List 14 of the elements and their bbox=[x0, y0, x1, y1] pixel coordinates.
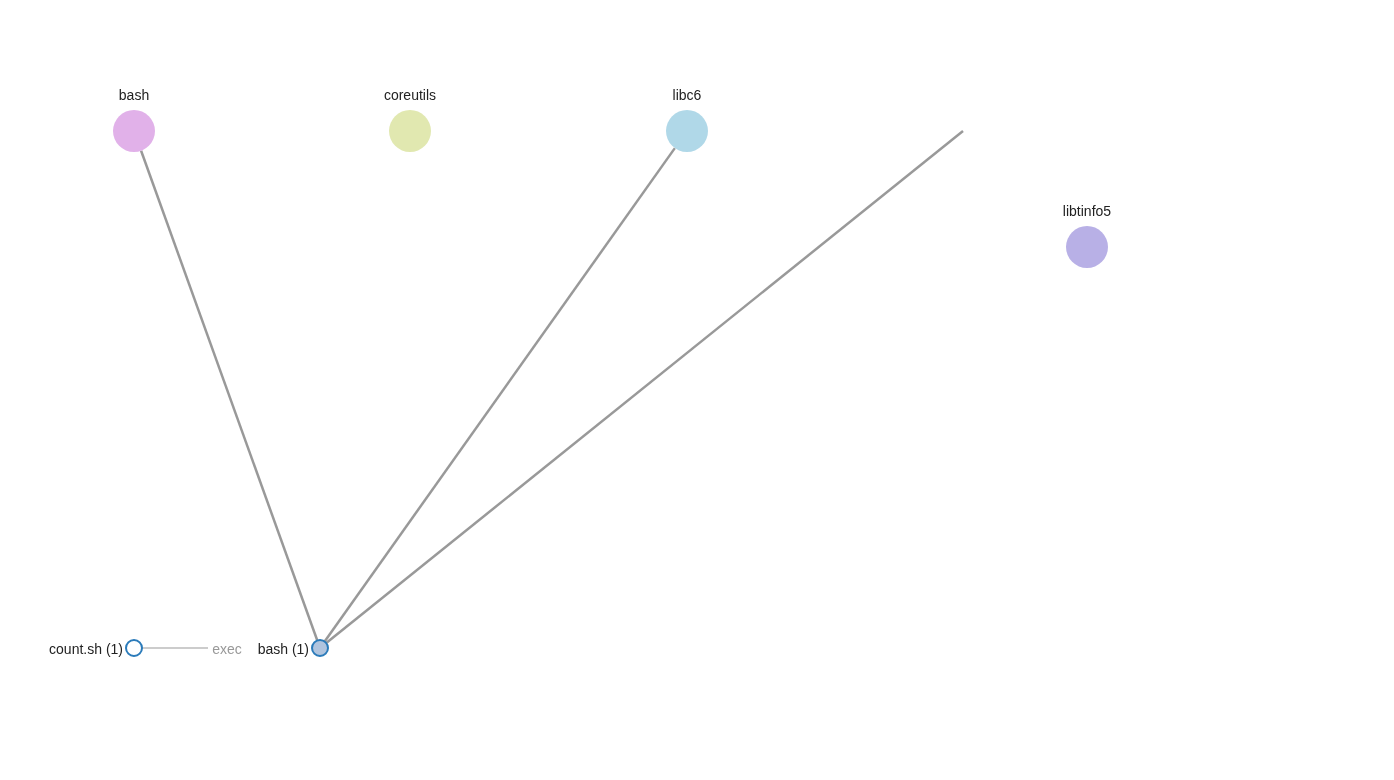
package-label: bash bbox=[118, 87, 150, 103]
process-node[interactable] bbox=[311, 639, 329, 657]
package-node[interactable] bbox=[1066, 226, 1108, 268]
package-node[interactable] bbox=[666, 110, 708, 152]
process-node[interactable] bbox=[125, 639, 143, 657]
package-label: libc6 bbox=[672, 87, 702, 103]
package-node[interactable] bbox=[389, 110, 431, 152]
exec-line bbox=[141, 647, 209, 649]
package-node[interactable] bbox=[113, 110, 155, 152]
process-label: count.sh (1) bbox=[49, 641, 123, 657]
process-label: bash (1) bbox=[257, 641, 309, 657]
package-label: coreutils bbox=[383, 87, 437, 103]
package-label: libtinfo5 bbox=[1062, 203, 1112, 219]
exec-label: exec bbox=[212, 641, 242, 657]
